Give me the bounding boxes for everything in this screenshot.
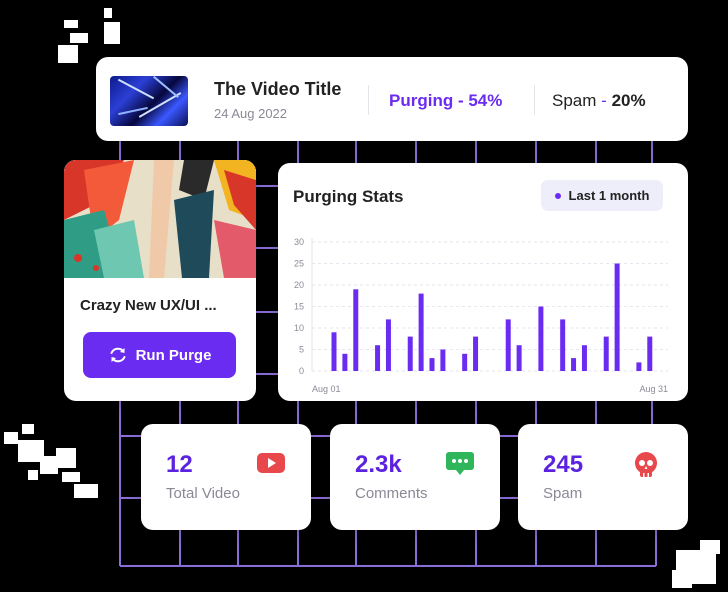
bar — [385, 319, 391, 371]
bar — [636, 362, 642, 371]
purging-bar-chart: 0 5 10 15 20 25 30 Aug 01 Aug 31 — [294, 237, 668, 394]
y-tick-label: 5 — [299, 345, 304, 355]
refresh-icon — [110, 347, 126, 363]
bar — [473, 336, 479, 371]
youtube-icon — [257, 453, 285, 473]
x-tick-label: Aug 31 — [639, 384, 668, 394]
y-tick-label: 15 — [294, 302, 304, 312]
bar — [429, 358, 435, 371]
video-thumbnail[interactable] — [110, 76, 188, 126]
y-tick-label: 10 — [294, 323, 304, 333]
bar — [603, 336, 609, 371]
y-tick-label: 30 — [294, 237, 304, 247]
comments-label: Comments — [355, 485, 428, 502]
bar — [418, 293, 424, 371]
bar — [647, 336, 653, 371]
spam-value: 20% — [611, 91, 646, 110]
spam-count-value: 245 — [543, 451, 584, 478]
bar — [375, 345, 381, 371]
video-title: The Video Title — [214, 79, 342, 99]
run-purge-button[interactable]: Run Purge — [83, 332, 236, 378]
video-name: Crazy New UX/UI ... — [80, 297, 217, 314]
comments-card: 2.3k Comments — [330, 424, 500, 530]
comment-icon — [446, 452, 474, 475]
bar — [342, 353, 348, 371]
total-video-card: 12 Total Video — [141, 424, 311, 530]
spam-count-label: Spam — [543, 485, 583, 502]
y-tick-label: 25 — [294, 259, 304, 269]
spam-percentage: Spam - 20% — [552, 91, 646, 111]
y-tick-label: 20 — [294, 280, 304, 290]
total-video-value: 12 — [166, 451, 193, 478]
bar — [581, 345, 587, 371]
bar — [571, 358, 577, 371]
bar — [505, 319, 511, 371]
bar — [407, 336, 413, 371]
purging-progress: Purging - 54% — [389, 91, 503, 110]
spam-label: Spam — [552, 91, 597, 110]
spam-dash: - — [601, 91, 607, 110]
bar — [353, 289, 359, 371]
video-card: Crazy New UX/UI ... Run Purge — [64, 160, 256, 401]
bar — [614, 263, 620, 371]
divider — [534, 85, 535, 115]
divider — [368, 85, 369, 115]
comments-value: 2.3k — [355, 451, 402, 478]
bar — [538, 306, 544, 371]
total-video-label: Total Video — [166, 485, 240, 502]
skull-icon — [635, 452, 657, 477]
run-purge-label: Run Purge — [135, 346, 212, 364]
y-tick-label: 0 — [299, 366, 304, 376]
spam-card: 245 Spam — [518, 424, 688, 530]
bar — [440, 349, 446, 371]
bar — [462, 353, 468, 371]
purging-stats-card: Purging Stats Last 1 month 0 5 10 15 20 25 30 A… — [278, 163, 688, 401]
video-artwork[interactable] — [64, 160, 256, 278]
bar — [516, 345, 522, 371]
video-header-card: The Video Title 24 Aug 2022 Purging - 54… — [96, 57, 688, 141]
x-tick-label: Aug 01 — [312, 384, 341, 394]
bar — [560, 319, 566, 371]
video-date: 24 Aug 2022 — [214, 106, 288, 121]
bar — [331, 332, 337, 371]
